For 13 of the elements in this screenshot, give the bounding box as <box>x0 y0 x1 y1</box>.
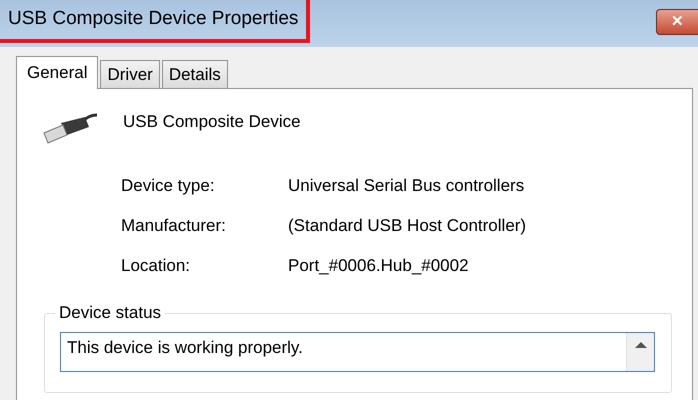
scroll-up-icon[interactable] <box>634 341 646 348</box>
status-textbox: This device is working properly. <box>60 332 655 372</box>
property-label: Location: <box>121 255 191 277</box>
property-value: Port_#0006.Hub_#0002 <box>288 255 470 277</box>
property-value: Universal Serial Bus controllers <box>288 175 526 197</box>
tab[interactable]: General <box>16 56 98 89</box>
tab[interactable]: Details <box>162 60 228 88</box>
property-label: Manufacturer: <box>121 215 227 237</box>
window-title: USB Composite Device Properties <box>0 0 310 43</box>
tab[interactable]: Driver <box>100 60 160 88</box>
property-label: Device type: <box>121 175 216 197</box>
device-name: USB Composite Device <box>123 111 301 133</box>
property-value: (Standard USB Host Controller) <box>288 215 528 237</box>
